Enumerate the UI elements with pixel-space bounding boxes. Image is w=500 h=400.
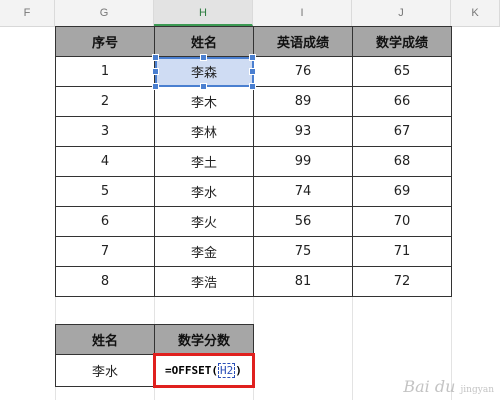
formula-reference[interactable]: H2 [217, 363, 236, 378]
table-row: 2 李木 89 66 [55, 86, 452, 117]
watermark-text: Bai du [403, 377, 456, 396]
number-cell[interactable]: 8 [55, 266, 155, 297]
lookup-header-math-score[interactable]: 数学分数 [154, 324, 254, 355]
math-score-cell[interactable]: 70 [352, 206, 452, 237]
name-cell[interactable]: 李浩 [154, 266, 254, 297]
number-cell[interactable]: 5 [55, 176, 155, 207]
name-cell[interactable]: 李林 [154, 116, 254, 147]
english-score-cell[interactable]: 75 [253, 236, 353, 267]
column-header-g[interactable]: G [55, 0, 154, 26]
number-cell[interactable]: 4 [55, 146, 155, 177]
column-header-k[interactable]: K [451, 0, 500, 26]
math-score-cell[interactable]: 72 [352, 266, 452, 297]
baidu-watermark: Bai du jingyan [403, 377, 494, 396]
formula-prefix: =OFFSET( [165, 364, 218, 377]
english-score-cell[interactable]: 56 [253, 206, 353, 237]
english-score-cell[interactable]: 89 [253, 86, 353, 117]
name-cell[interactable]: 李水 [154, 176, 254, 207]
math-score-cell[interactable]: 67 [352, 116, 452, 147]
table-row: 3 李林 93 67 [55, 116, 452, 147]
header-cell-number[interactable]: 序号 [55, 26, 155, 57]
column-header-j[interactable]: J [352, 0, 451, 26]
score-table: 序号 姓名 英语成绩 数学成绩 1 李森 76 65 2 李木 89 66 3 李林 93 67 4 李土… [55, 26, 452, 297]
english-score-cell[interactable]: 81 [253, 266, 353, 297]
column-header-i[interactable]: I [253, 0, 352, 26]
number-cell[interactable]: 1 [55, 56, 155, 87]
name-cell[interactable]: 李木 [154, 86, 254, 117]
score-table-body: 1 李森 76 65 2 李木 89 66 3 李林 93 67 4 李土 99 68 5 李水 74 69 6 李火 56… [55, 54, 452, 297]
column-header-f[interactable]: F [0, 0, 55, 26]
selected-cell-text: 李森 [190, 66, 217, 81]
number-cell[interactable]: 6 [55, 206, 155, 237]
column-header-row: F G H I J K [0, 0, 500, 27]
header-cell-math[interactable]: 数学成绩 [352, 26, 452, 57]
selection-handle[interactable] [200, 83, 207, 90]
table-row: 8 李浩 81 72 [55, 266, 452, 297]
english-score-cell[interactable]: 93 [253, 116, 353, 147]
selection-handle[interactable] [249, 54, 256, 61]
column-header-h[interactable]: H [154, 0, 253, 26]
selection-handle[interactable] [152, 83, 159, 90]
table-row: 6 李火 56 70 [55, 206, 452, 237]
lookup-name-cell[interactable]: 李水 [55, 354, 155, 387]
name-cell[interactable]: 李金 [154, 236, 254, 267]
lookup-header-name[interactable]: 姓名 [55, 324, 155, 355]
selection-handle[interactable] [200, 54, 207, 61]
number-cell[interactable]: 2 [55, 86, 155, 117]
formula-cell[interactable]: =OFFSET(H2) [153, 353, 255, 388]
lookup-header-row: 姓名 数学分数 [55, 324, 254, 355]
math-score-cell[interactable]: 65 [352, 56, 452, 87]
header-cell-name[interactable]: 姓名 [154, 26, 254, 57]
table-row: 5 李水 74 69 [55, 176, 452, 207]
math-score-cell[interactable]: 68 [352, 146, 452, 177]
lookup-row: 李水 =OFFSET(H2) [55, 353, 255, 388]
name-cell[interactable]: 李土 [154, 146, 254, 177]
english-score-cell[interactable]: 74 [253, 176, 353, 207]
math-score-cell[interactable]: 69 [352, 176, 452, 207]
table-row: 7 李金 75 71 [55, 236, 452, 267]
selection-handle[interactable] [249, 83, 256, 90]
watermark-sub: jingyan [460, 385, 494, 395]
spreadsheet-area[interactable]: F G H I J K 序号 姓名 英语成绩 数学成绩 1 李森 76 65 2 李木 89… [0, 0, 500, 400]
english-score-cell[interactable]: 76 [253, 56, 353, 87]
selection-handle[interactable] [152, 54, 159, 61]
table-row: 1 李森 76 65 [55, 54, 452, 90]
selection-handle[interactable] [152, 68, 159, 75]
header-cell-english[interactable]: 英语成绩 [253, 26, 353, 57]
lookup-table: 姓名 数学分数 李水 =OFFSET(H2) [55, 324, 255, 388]
english-score-cell[interactable]: 99 [253, 146, 353, 177]
number-cell[interactable]: 3 [55, 116, 155, 147]
formula-suffix: ) [235, 364, 242, 377]
table-row: 4 李土 99 68 [55, 146, 452, 177]
math-score-cell[interactable]: 66 [352, 86, 452, 117]
name-cell[interactable]: 李火 [154, 206, 254, 237]
table-header-row: 序号 姓名 英语成绩 数学成绩 [55, 26, 452, 57]
selected-cell[interactable]: 李森 [152, 54, 256, 90]
math-score-cell[interactable]: 71 [352, 236, 452, 267]
selection-handle[interactable] [249, 68, 256, 75]
number-cell[interactable]: 7 [55, 236, 155, 267]
